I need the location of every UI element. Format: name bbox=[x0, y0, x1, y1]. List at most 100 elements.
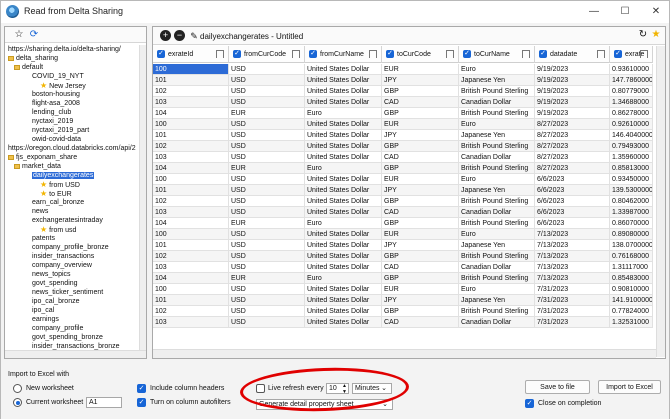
table-row[interactable]: 101 USD United States Dollar JPY Japanese Ye… bbox=[153, 240, 653, 251]
table-cell[interactable]: USD bbox=[229, 174, 305, 185]
tree-item-folder[interactable]: delta_sharing bbox=[8, 54, 58, 63]
filter-icon[interactable] bbox=[369, 50, 377, 58]
table-cell[interactable]: GBP bbox=[382, 108, 459, 119]
table-cell[interactable]: CAD bbox=[382, 317, 459, 328]
column-checkbox[interactable]: ✓ bbox=[539, 50, 547, 59]
tree-item-filter[interactable]: ★ New Jersey bbox=[40, 81, 86, 90]
table-cell[interactable]: 9/19/2023 bbox=[535, 97, 610, 108]
table-cell[interactable]: 102 bbox=[153, 141, 229, 152]
table-cell[interactable]: GBP bbox=[382, 141, 459, 152]
table-cell[interactable]: 9/19/2023 bbox=[535, 108, 610, 119]
table-cell[interactable]: Canadian Dollar bbox=[459, 97, 535, 108]
table-cell[interactable]: CAD bbox=[382, 152, 459, 163]
table-cell[interactable]: 103 bbox=[153, 317, 229, 328]
tree-item-table[interactable]: exchangeratesintraday bbox=[32, 216, 103, 225]
table-cell[interactable]: British Pound Sterling bbox=[459, 163, 535, 174]
table-cell[interactable]: USD bbox=[229, 207, 305, 218]
table-cell[interactable]: United States Dollar bbox=[305, 284, 382, 295]
table-cell[interactable]: United States Dollar bbox=[305, 207, 382, 218]
maximize-button[interactable]: ☐ bbox=[612, 3, 638, 20]
table-cell[interactable]: United States Dollar bbox=[305, 229, 382, 240]
table-cell[interactable]: USD bbox=[229, 141, 305, 152]
table-cell[interactable]: 9/19/2023 bbox=[535, 75, 610, 86]
filter-icon[interactable] bbox=[446, 50, 454, 58]
table-cell[interactable]: EUR bbox=[229, 273, 305, 284]
table-cell[interactable]: 1.31117000 bbox=[610, 262, 653, 273]
add-icon[interactable]: + bbox=[160, 30, 171, 41]
table-cell[interactable]: United States Dollar bbox=[305, 119, 382, 130]
table-cell[interactable]: 7/31/2023 bbox=[535, 317, 610, 328]
column-header-tocurcode[interactable]: ✓ toCurCode bbox=[382, 46, 459, 63]
pen-icon[interactable]: ✎ bbox=[188, 30, 200, 42]
table-cell[interactable]: 6/6/2023 bbox=[535, 218, 610, 229]
table-cell[interactable]: USD bbox=[229, 97, 305, 108]
table-row[interactable]: 101 USD United States Dollar JPY Japanese Ye… bbox=[153, 130, 653, 141]
table-cell[interactable]: 1.35960000 bbox=[610, 152, 653, 163]
refresh-icon[interactable]: ⟳ bbox=[28, 29, 40, 41]
table-cell[interactable]: 0.76168000 bbox=[610, 251, 653, 262]
tree-item-table[interactable]: news bbox=[32, 207, 48, 216]
tree-item-table[interactable]: patents bbox=[32, 234, 55, 243]
table-cell[interactable]: 6/6/2023 bbox=[535, 174, 610, 185]
table-cell[interactable]: USD bbox=[229, 284, 305, 295]
table-cell[interactable]: 8/27/2023 bbox=[535, 130, 610, 141]
tree-item-table[interactable]: earn_cal_bronze bbox=[32, 198, 84, 207]
table-cell[interactable]: 9/19/2023 bbox=[535, 86, 610, 97]
tree-item-table[interactable]: company_overview bbox=[32, 261, 92, 270]
tree-item-table[interactable]: nyctaxi_2019 bbox=[32, 117, 73, 126]
table-cell[interactable]: 0.86070000 bbox=[610, 218, 653, 229]
table-cell[interactable]: EUR bbox=[382, 229, 459, 240]
table-cell[interactable]: Euro bbox=[459, 229, 535, 240]
table-row[interactable]: 102 USD United States Dollar GBP British Pou… bbox=[153, 306, 653, 317]
table-cell[interactable]: 141.91000000 bbox=[610, 295, 653, 306]
table-row[interactable]: 104 EUR Euro GBP British Pound Sterling 6/6/2… bbox=[153, 218, 653, 229]
table-cell[interactable]: JPY bbox=[382, 295, 459, 306]
column-checkbox[interactable]: ✓ bbox=[157, 50, 165, 59]
column-header-exrate[interactable]: ✓ exrate bbox=[610, 46, 653, 63]
table-cell[interactable]: CAD bbox=[382, 207, 459, 218]
table-row[interactable]: 101 USD United States Dollar JPY Japanese Ye… bbox=[153, 185, 653, 196]
table-cell[interactable]: 104 bbox=[153, 273, 229, 284]
table-cell[interactable]: 146.40400000 bbox=[610, 130, 653, 141]
table-cell[interactable]: 138.07000000 bbox=[610, 240, 653, 251]
tree-item-server[interactable]: https://oregon.cloud.databricks.com/api/… bbox=[8, 144, 136, 153]
table-cell[interactable]: 100 bbox=[153, 174, 229, 185]
table-cell[interactable]: Euro bbox=[305, 108, 382, 119]
tree-item-table[interactable]: earnings bbox=[32, 315, 59, 324]
minimize-button[interactable]: — bbox=[581, 3, 607, 20]
current-worksheet-radio[interactable] bbox=[13, 398, 22, 407]
table-cell[interactable]: 7/31/2023 bbox=[535, 306, 610, 317]
table-cell[interactable]: 0.89080000 bbox=[610, 229, 653, 240]
table-cell[interactable]: 6/6/2023 bbox=[535, 196, 610, 207]
table-row[interactable]: 103 USD United States Dollar CAD Canadian Do… bbox=[153, 97, 653, 108]
table-cell[interactable]: British Pound Sterling bbox=[459, 108, 535, 119]
table-cell[interactable]: 139.53000000 bbox=[610, 185, 653, 196]
table-cell[interactable]: British Pound Sterling bbox=[459, 273, 535, 284]
refresh-icon[interactable]: ↻ bbox=[637, 29, 649, 41]
table-cell[interactable]: USD bbox=[229, 196, 305, 207]
table-row[interactable]: 104 EUR Euro GBP British Pound Sterling 8/27/… bbox=[153, 163, 653, 174]
table-cell[interactable]: United States Dollar bbox=[305, 64, 382, 75]
table-cell[interactable]: EUR bbox=[382, 64, 459, 75]
table-cell[interactable]: Japanese Yen bbox=[459, 295, 535, 306]
table-cell[interactable]: USD bbox=[229, 240, 305, 251]
filter-icon[interactable] bbox=[522, 50, 530, 58]
tree-item-table[interactable]: nyctaxi_2019_part bbox=[32, 126, 89, 135]
table-cell[interactable]: Euro bbox=[459, 174, 535, 185]
table-cell[interactable]: EUR bbox=[229, 163, 305, 174]
table-cell[interactable]: United States Dollar bbox=[305, 75, 382, 86]
column-checkbox[interactable]: ✓ bbox=[386, 50, 394, 59]
table-cell[interactable]: 7/31/2023 bbox=[535, 284, 610, 295]
tree-item-selected-table[interactable]: dailyexchangerates bbox=[32, 171, 95, 180]
table-cell[interactable]: 0.90810000 bbox=[610, 284, 653, 295]
table-cell[interactable]: 0.77824000 bbox=[610, 306, 653, 317]
tree-horizontal-scrollbar[interactable] bbox=[5, 350, 146, 358]
table-cell[interactable]: 1.33987000 bbox=[610, 207, 653, 218]
table-cell[interactable]: Euro bbox=[459, 119, 535, 130]
table-cell[interactable]: 100 bbox=[153, 64, 229, 75]
table-cell[interactable]: United States Dollar bbox=[305, 306, 382, 317]
tree-item-folder[interactable]: fjs_exponam_share bbox=[8, 153, 77, 162]
table-cell[interactable]: 6/6/2023 bbox=[535, 185, 610, 196]
table-cell[interactable]: Canadian Dollar bbox=[459, 262, 535, 273]
grid-horizontal-scrollbar[interactable] bbox=[153, 349, 656, 358]
